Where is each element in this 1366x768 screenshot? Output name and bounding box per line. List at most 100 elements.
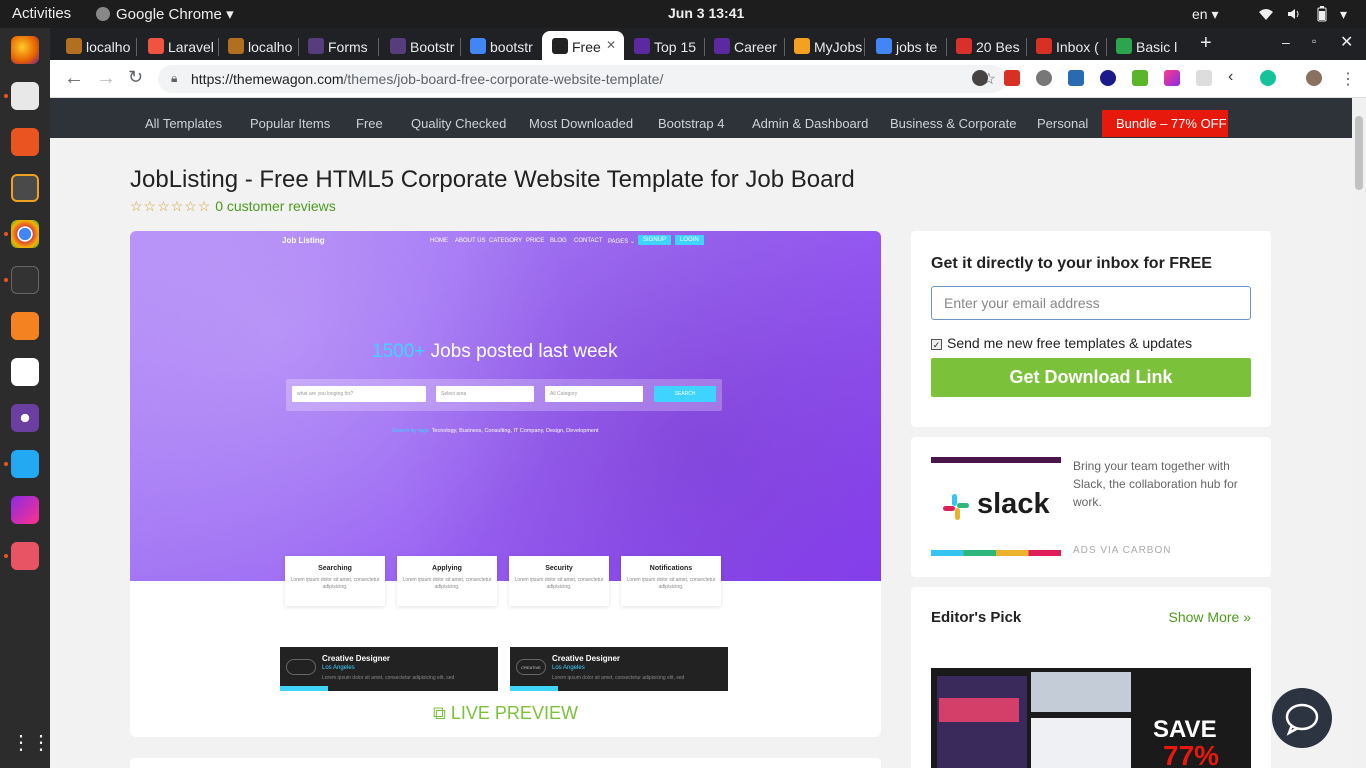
tab-6[interactable]: Free ✕ xyxy=(542,31,624,60)
nav-link[interactable]: Quality Checked xyxy=(411,116,506,131)
tab-9[interactable]: MyJobs xyxy=(784,31,864,60)
maximize-button[interactable]: ▫ xyxy=(1312,34,1316,48)
ads-via-carbon[interactable]: ADS VIA CARBON xyxy=(1073,545,1171,556)
profile-avatar[interactable] xyxy=(1306,70,1322,86)
preview-hero[interactable]: Job Listing HOME ABOUT US CATEGORY PRICE… xyxy=(130,231,881,581)
files-icon[interactable] xyxy=(11,82,39,110)
slack-wordmark: slack xyxy=(977,488,1050,520)
folder-icon[interactable] xyxy=(11,312,39,340)
reviews-link[interactable]: 0 customer reviews xyxy=(215,198,336,214)
editors-pick-box: Editor's Pick Show More » SAVE 77% xyxy=(911,587,1271,768)
volume-icon[interactable] xyxy=(1286,6,1302,22)
updates-checkbox[interactable]: ✓ xyxy=(931,339,942,350)
feature-desc: Lorem ipsum dolor sit amet, consectetur … xyxy=(290,577,380,590)
email-field[interactable]: Enter your email address xyxy=(931,286,1251,320)
url-path: /themes/job-board-free-corporate-website… xyxy=(343,71,664,87)
new-tab-button[interactable]: + xyxy=(1200,32,1212,55)
language-indicator[interactable]: en ▾ xyxy=(1192,6,1219,23)
clock[interactable]: Jun 3 13:41 xyxy=(668,5,744,21)
close-window-button[interactable]: ✕ xyxy=(1340,32,1353,52)
carbon-ad[interactable]: slack Bring your team together with Slac… xyxy=(911,437,1271,577)
code-extension-icon[interactable]: ‹ xyxy=(1228,69,1244,86)
bundle-offer-link[interactable]: Bundle – 77% OFF xyxy=(1102,110,1228,137)
nav-link[interactable]: Most Downloaded xyxy=(529,116,633,131)
address-bar[interactable]: 🔒︎ https://themewagon.com/themes/job-boa… xyxy=(158,65,1006,93)
firefox-icon[interactable] xyxy=(11,36,39,64)
download-extension-icon[interactable] xyxy=(1132,70,1148,86)
feature-desc: Lorem ipsum dolor sit amet, consectetur … xyxy=(402,577,492,590)
ad-text[interactable]: Bring your team together with Slack, the… xyxy=(1073,457,1255,511)
tab-label: jobs te xyxy=(896,39,938,55)
live-preview-link[interactable]: ⧉ LIVE PREVIEW xyxy=(130,703,881,724)
scrollbar-thumb[interactable] xyxy=(1355,116,1363,190)
url-host: https://themewagon.com xyxy=(191,71,344,87)
job-logo xyxy=(286,659,316,675)
tab-2[interactable]: localho xyxy=(218,31,298,60)
tab-3[interactable]: Forms xyxy=(298,31,378,60)
back-button[interactable]: ← xyxy=(64,67,84,90)
battery-icon[interactable] xyxy=(1314,6,1330,22)
nav-link[interactable]: Personal xyxy=(1037,116,1088,131)
product-rating: ☆☆☆☆☆☆ 0 customer reviews xyxy=(130,198,336,215)
grid-extension-icon[interactable] xyxy=(1196,70,1212,86)
job-accent-bar xyxy=(510,686,558,691)
show-more-link[interactable]: Show More » xyxy=(1169,609,1251,625)
nav-link[interactable]: All Templates xyxy=(145,116,222,131)
tab-1[interactable]: Laravel xyxy=(138,31,218,60)
tab-label: Free xyxy=(572,39,601,55)
nav-link[interactable]: Bootstrap 4 xyxy=(658,116,725,131)
tab-11[interactable]: 20 Bes xyxy=(946,31,1026,60)
tab-10[interactable]: jobs te xyxy=(866,31,946,60)
sublime-text-icon[interactable] xyxy=(11,174,39,202)
tab-13[interactable]: Basic l xyxy=(1106,31,1186,60)
tab-4[interactable]: Bootstr xyxy=(380,31,460,60)
eye-extension-icon[interactable] xyxy=(1036,70,1052,86)
slack-logo[interactable]: slack xyxy=(941,488,1071,524)
d-extension-icon[interactable] xyxy=(1100,70,1116,86)
wordpress-extension-icon[interactable] xyxy=(972,70,988,86)
help-icon[interactable] xyxy=(11,542,39,570)
tab-8[interactable]: Career xyxy=(704,31,784,60)
close-tab-icon[interactable]: ✕ xyxy=(606,38,616,52)
pen-extension-icon[interactable] xyxy=(1164,70,1180,86)
grammarly-extension-icon[interactable] xyxy=(1260,70,1276,86)
phpstorm-icon[interactable] xyxy=(11,496,39,524)
nav-link[interactable]: Business & Corporate xyxy=(890,116,1016,131)
tab-label: localho xyxy=(248,39,293,55)
show-apps-icon[interactable]: ⋮⋮ xyxy=(11,730,51,758)
nav-link[interactable]: Popular Items xyxy=(250,116,330,131)
get-download-link-button[interactable]: Get Download Link xyxy=(931,358,1251,397)
media-player-icon[interactable] xyxy=(11,404,39,432)
nav-link[interactable]: Admin & Dashboard xyxy=(752,116,868,131)
vscode-icon[interactable] xyxy=(11,450,39,478)
terminal-icon[interactable] xyxy=(11,266,39,294)
forward-button[interactable]: → xyxy=(96,67,116,90)
tab-favicon-icon xyxy=(1116,38,1132,54)
chrome-dock-icon[interactable] xyxy=(11,220,39,248)
tab-label: Basic l xyxy=(1136,39,1178,55)
updates-checkbox-row[interactable]: ✓ Send me new free templates & updates xyxy=(931,335,1192,351)
minimize-button[interactable]: – xyxy=(1282,34,1290,50)
text-editor-icon[interactable] xyxy=(11,358,39,386)
more-menu-icon[interactable]: ⋮ xyxy=(1340,69,1356,89)
nav-link[interactable]: Free xyxy=(356,116,383,131)
software-center-icon[interactable] xyxy=(11,128,39,156)
tab-0[interactable]: localho xyxy=(56,31,136,60)
red-extension-icon[interactable] xyxy=(1004,70,1020,86)
preview-brand: Job Listing xyxy=(282,236,325,245)
blue-extension-icon[interactable] xyxy=(1068,70,1084,86)
signup-heading: Get it directly to your inbox for FREE xyxy=(931,255,1212,272)
power-menu-icon[interactable]: ▾ xyxy=(1340,6,1356,22)
tab-7[interactable]: Top 15 xyxy=(624,31,704,60)
activities-button[interactable]: Activities xyxy=(12,5,71,22)
tab-5[interactable]: bootstr xyxy=(460,31,540,60)
tab-12[interactable]: Inbox ( xyxy=(1026,31,1106,60)
preview-nav-item: PAGES ⌄ xyxy=(608,239,635,245)
preview-select-category: All Category xyxy=(545,386,643,402)
app-menu[interactable]: Google Chrome ▾ xyxy=(96,5,234,23)
editors-pick-banner[interactable]: SAVE 77% xyxy=(931,668,1251,768)
reload-button[interactable]: ↻ xyxy=(128,67,143,88)
wifi-icon[interactable] xyxy=(1258,6,1274,22)
page-scrollbar[interactable] xyxy=(1352,98,1366,768)
chat-widget-button[interactable] xyxy=(1272,688,1332,748)
